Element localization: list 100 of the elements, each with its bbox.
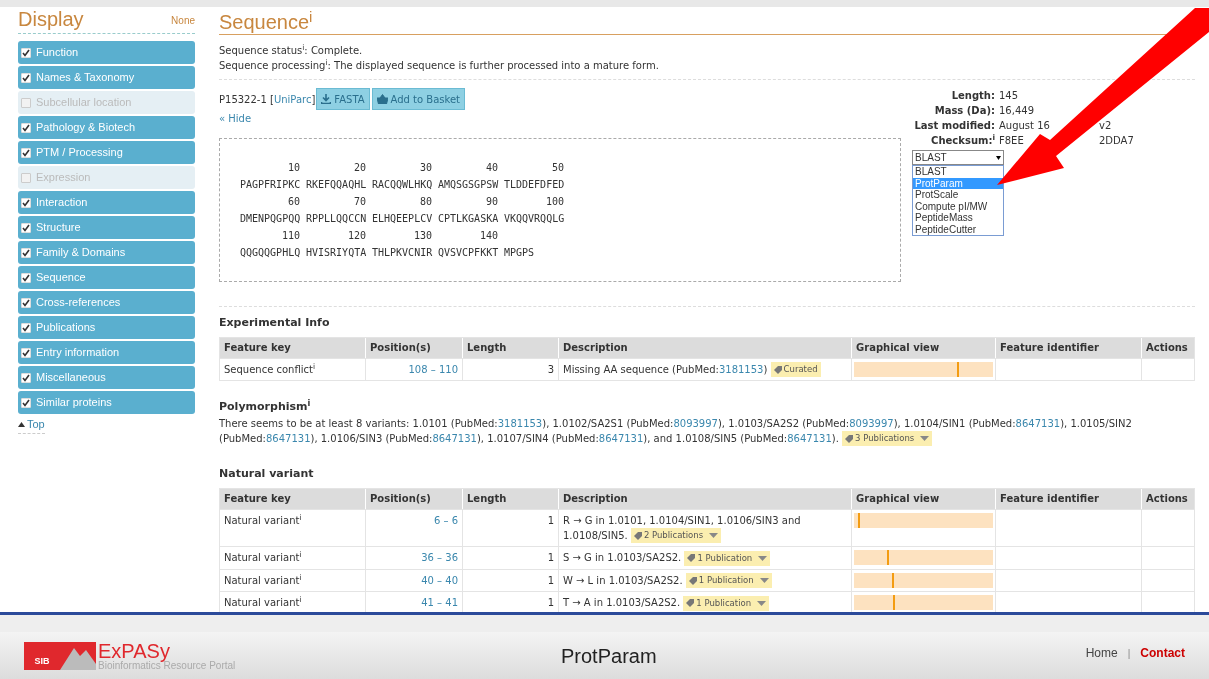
isoform-id: P15322-1 [ (219, 92, 274, 107)
checkbox[interactable] (21, 222, 31, 233)
pubmed-link[interactable]: 8647131 (265, 432, 311, 444)
info-label: Mass (Da): (933, 104, 995, 118)
section-toggle[interactable]: Structure (18, 216, 195, 239)
info-label: Checksum:$^{i}$ (930, 133, 995, 148)
publication-tag[interactable]: 2 Publications (630, 528, 722, 543)
checkbox[interactable] (21, 147, 31, 158)
basket-icon (376, 94, 388, 104)
section-toggle[interactable]: Sequence (18, 266, 195, 289)
sequence-text: ELHQEEPLCV (372, 213, 433, 224)
column-header: Graphical view (852, 337, 996, 358)
sequence-text: QQGQQGPHLQ (240, 247, 301, 258)
description-text: Missing AA sequence (PubMed:3181153) Curated (563, 361, 847, 377)
length-value: 1 (547, 514, 554, 526)
tool-select[interactable]: BLAST (912, 150, 1004, 165)
publication-tag[interactable]: 1 Publication (683, 595, 770, 611)
basket-button[interactable]: Add to Basket (371, 88, 466, 110)
sequence-text: RACQQWLHKQ (372, 179, 433, 190)
checkbox[interactable] (21, 122, 31, 133)
page-title: ProtParam (561, 643, 657, 669)
position-link[interactable]: 40 – 40 (421, 574, 458, 586)
check-icon (22, 148, 30, 157)
position-link[interactable]: 6 – 6 (433, 514, 458, 526)
publication-tag[interactable]: 1 Publication (684, 550, 771, 566)
sib-logo: SIB (24, 641, 60, 670)
checkbox[interactable] (21, 47, 31, 58)
checkbox[interactable] (21, 397, 31, 408)
checkbox[interactable] (21, 272, 31, 283)
checkbox[interactable] (21, 347, 31, 358)
column-header: Description (559, 488, 852, 509)
download-icon (321, 94, 332, 104)
sequence-text: HVISRIYQTA (306, 247, 367, 258)
sequence-text: DMENPQGPQQ (240, 213, 301, 224)
footer-link[interactable]: Home (1085, 644, 1118, 662)
tool-option[interactable]: Compute pI/MW (913, 200, 1003, 212)
check-icon (22, 323, 30, 332)
tool-option[interactable]: PeptideCutter (913, 223, 1003, 235)
tag-icon (773, 365, 782, 374)
section-toggle[interactable]: Cross-references (18, 291, 195, 314)
pubmed-link[interactable]: 8093997 (849, 417, 894, 429)
section-toggle[interactable]: Pathology & Biotech (18, 116, 195, 139)
footer-link[interactable]: Contact (1140, 644, 1185, 662)
position-link[interactable]: 41 – 41 (421, 597, 458, 608)
fasta-button[interactable]: FASTA (316, 88, 370, 110)
column-header: Length (463, 488, 559, 509)
feature-key: Natural variant$^{i}$ (224, 597, 302, 608)
section-toggle[interactable]: Publications (18, 316, 195, 339)
publication-tag[interactable]: Curated (770, 362, 821, 377)
feature-key: Sequence conflict$^{i}$ (224, 363, 316, 375)
tool-option[interactable]: ProtScale (913, 189, 1003, 201)
hide-link[interactable]: « Hide (219, 111, 252, 126)
section-toggle[interactable]: Interaction (18, 191, 195, 214)
tag-icon (686, 599, 695, 607)
top-link[interactable]: Top (18, 416, 45, 434)
section-toggle[interactable]: Function (18, 41, 195, 64)
section-toggle[interactable]: Family & Domains (18, 241, 195, 264)
pubmed-link[interactable]: 8647131 (432, 432, 477, 444)
publication-tag[interactable]: 1 Publication (685, 573, 772, 588)
sequence-number: 40 (485, 162, 498, 173)
tool-option[interactable]: ProtParam (913, 177, 1003, 189)
check-icon (22, 73, 30, 82)
feature-key: Natural variant$^{i}$ (224, 574, 302, 586)
up-arrow-icon (18, 421, 25, 427)
checkbox[interactable] (21, 247, 31, 258)
none-link[interactable]: None (171, 13, 195, 28)
section-toggle[interactable]: Entry information (18, 341, 195, 364)
length-value: 1 (547, 552, 554, 563)
pubmed-link[interactable]: 8093997 (673, 417, 718, 429)
check-icon (22, 198, 30, 207)
checkbox[interactable] (21, 72, 31, 83)
pubmed-link[interactable]: 3181153 (497, 417, 543, 429)
sequence-number: 70 (353, 196, 366, 207)
description-text: S → G in 1.0103/SA2S2. 1 Publication (563, 550, 847, 566)
pubmed-link[interactable]: 8647131 (598, 432, 644, 444)
length-value: 3 (547, 363, 554, 375)
tool-option[interactable]: BLAST (913, 166, 1003, 178)
dropdown-caret-icon (996, 155, 1001, 160)
section-toggle[interactable]: Names & Taxonomy (18, 66, 195, 89)
publication-tag[interactable]: 3 Publications (842, 431, 933, 446)
sequence-number: 60 (287, 196, 300, 207)
checkbox[interactable] (21, 297, 31, 308)
section-toggle[interactable]: Miscellaneous (18, 366, 195, 389)
section-toggle[interactable]: Similar proteins (18, 391, 195, 414)
description-text: R → G in 1.0101, 1.0104/SIN1, 1.0106/SIN3 and 1.0108/SIN5. 2 Publications (563, 513, 802, 543)
pubmed-link[interactable]: 8647131 (1015, 417, 1061, 429)
checkbox[interactable] (21, 372, 31, 383)
column-header: Feature key (220, 337, 366, 358)
position-link[interactable]: 36 – 36 (421, 552, 458, 563)
link-separator: | (1127, 646, 1131, 661)
checkbox[interactable] (21, 197, 31, 208)
pubmed-link[interactable]: 8647131 (787, 432, 832, 444)
section-toggle[interactable]: PTM / Processing (18, 141, 195, 164)
pubmed-link[interactable]: 3181153 (718, 363, 764, 375)
check-icon (22, 48, 30, 57)
checkbox[interactable] (21, 322, 31, 333)
tool-option[interactable]: PeptideMass (913, 212, 1003, 224)
sequence-text: CPTLKGASKA (438, 213, 499, 224)
uniparc-link[interactable]: UniParc (273, 91, 312, 107)
position-link[interactable]: 108 – 110 (408, 363, 458, 375)
